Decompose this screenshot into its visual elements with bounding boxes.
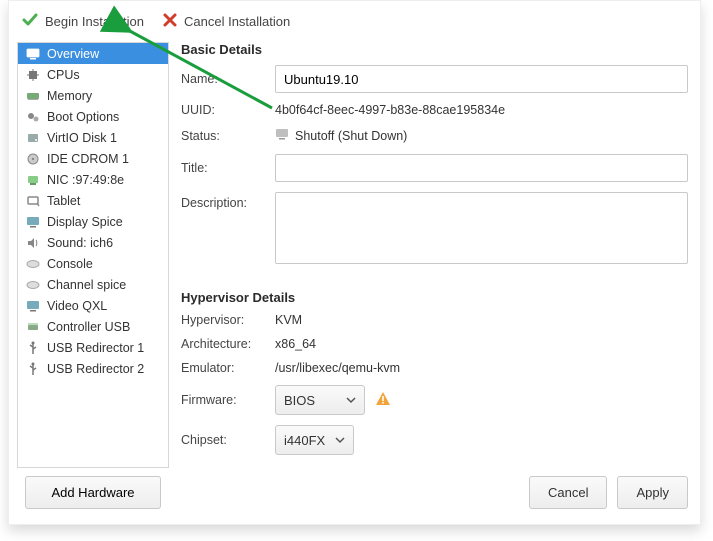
title-label: Title: bbox=[181, 161, 265, 175]
sidebar-item-channel-spice[interactable]: Channel spice bbox=[18, 274, 168, 295]
check-icon bbox=[21, 11, 39, 32]
sidebar-item-nic[interactable]: NIC :97:49:8e bbox=[18, 169, 168, 190]
uuid-label: UUID: bbox=[181, 103, 265, 117]
architecture-label: Architecture: bbox=[181, 337, 265, 351]
caret-down-icon bbox=[335, 433, 345, 448]
title-input[interactable] bbox=[275, 154, 688, 182]
emulator-label: Emulator: bbox=[181, 361, 265, 375]
chipset-combo[interactable]: i440FX bbox=[275, 425, 354, 455]
toolbar: Begin Installation Cancel Installation bbox=[9, 1, 700, 42]
uuid-value: 4b0f64cf-8eec-4997-b83e-88cae195834e bbox=[275, 103, 688, 117]
shutoff-icon bbox=[275, 127, 289, 144]
sidebar-item-usb-redir-2[interactable]: USB Redirector 2 bbox=[18, 358, 168, 379]
sidebar-item-label: VirtIO Disk 1 bbox=[47, 131, 117, 145]
sidebar-item-label: Overview bbox=[47, 47, 99, 61]
sidebar-item-video-qxl[interactable]: Video QXL bbox=[18, 295, 168, 316]
sidebar-item-label: USB Redirector 2 bbox=[47, 362, 144, 376]
sidebar-item-label: Tablet bbox=[47, 194, 80, 208]
sidebar-item-tablet[interactable]: Tablet bbox=[18, 190, 168, 211]
cancel-button[interactable]: Cancel bbox=[529, 476, 607, 509]
sidebar-item-label: CPUs bbox=[47, 68, 80, 82]
status-label: Status: bbox=[181, 129, 265, 143]
status-value: Shutoff (Shut Down) bbox=[295, 129, 407, 143]
cdrom-icon bbox=[25, 151, 41, 167]
sidebar-item-label: Display Spice bbox=[47, 215, 123, 229]
usb-icon bbox=[25, 361, 41, 377]
sidebar-item-cpus[interactable]: CPUs bbox=[18, 64, 168, 85]
sidebar-item-memory[interactable]: Memory bbox=[18, 85, 168, 106]
sidebar-item-label: Boot Options bbox=[47, 110, 119, 124]
architecture-value: x86_64 bbox=[275, 337, 688, 351]
gears-icon bbox=[25, 109, 41, 125]
sidebar-item-boot-options[interactable]: Boot Options bbox=[18, 106, 168, 127]
firmware-label: Firmware: bbox=[181, 393, 265, 407]
sidebar-item-label: Controller USB bbox=[47, 320, 130, 334]
chipset-combo-value: i440FX bbox=[284, 433, 325, 448]
sidebar-item-console[interactable]: Console bbox=[18, 253, 168, 274]
caret-down-icon bbox=[346, 393, 356, 408]
sidebar-item-usb-redir-1[interactable]: USB Redirector 1 bbox=[18, 337, 168, 358]
cpu-icon bbox=[25, 67, 41, 83]
console-icon bbox=[25, 256, 41, 272]
sidebar-item-label: IDE CDROM 1 bbox=[47, 152, 129, 166]
begin-installation-button[interactable]: Begin Installation bbox=[21, 11, 144, 32]
cancel-x-icon bbox=[162, 12, 178, 31]
firmware-combo[interactable]: BIOS bbox=[275, 385, 365, 415]
speaker-icon bbox=[25, 235, 41, 251]
sidebar-item-overview[interactable]: Overview bbox=[18, 43, 168, 64]
firmware-combo-value: BIOS bbox=[284, 393, 315, 408]
channel-icon bbox=[25, 277, 41, 293]
hypervisor-value: KVM bbox=[275, 313, 688, 327]
usb-icon bbox=[25, 340, 41, 356]
sidebar-item-display-spice[interactable]: Display Spice bbox=[18, 211, 168, 232]
sidebar-item-label: Memory bbox=[47, 89, 92, 103]
tablet-icon bbox=[25, 193, 41, 209]
sidebar-item-virtio-disk[interactable]: VirtIO Disk 1 bbox=[18, 127, 168, 148]
sidebar-item-sound[interactable]: Sound: ich6 bbox=[18, 232, 168, 253]
monitor-icon bbox=[25, 46, 41, 62]
nic-icon bbox=[25, 172, 41, 188]
warning-icon bbox=[375, 391, 391, 410]
apply-button[interactable]: Apply bbox=[617, 476, 688, 509]
details-pane: Basic Details Name: UUID: 4b0f64cf-8eec-… bbox=[181, 42, 688, 509]
hypervisor-details-heading: Hypervisor Details bbox=[181, 290, 688, 305]
hardware-sidebar: Overview CPUs Memory Boot Options bbox=[17, 42, 169, 468]
sidebar-item-label: USB Redirector 1 bbox=[47, 341, 144, 355]
begin-installation-label: Begin Installation bbox=[45, 14, 144, 29]
disk-icon bbox=[25, 130, 41, 146]
hypervisor-label: Hypervisor: bbox=[181, 313, 265, 327]
sidebar-item-controller-usb[interactable]: Controller USB bbox=[18, 316, 168, 337]
name-input[interactable] bbox=[275, 65, 688, 93]
sidebar-item-label: Video QXL bbox=[47, 299, 107, 313]
name-label: Name: bbox=[181, 72, 265, 86]
emulator-value: /usr/libexec/qemu-kvm bbox=[275, 361, 688, 375]
video-icon bbox=[25, 298, 41, 314]
sidebar-item-label: Sound: ich6 bbox=[47, 236, 113, 250]
add-hardware-button[interactable]: Add Hardware bbox=[25, 476, 161, 509]
chipset-label: Chipset: bbox=[181, 433, 265, 447]
cancel-installation-button[interactable]: Cancel Installation bbox=[162, 12, 290, 31]
basic-details-heading: Basic Details bbox=[181, 42, 688, 57]
cancel-installation-label: Cancel Installation bbox=[184, 14, 290, 29]
sidebar-item-label: Console bbox=[47, 257, 93, 271]
sidebar-item-label: NIC :97:49:8e bbox=[47, 173, 124, 187]
sidebar-item-ide-cdrom[interactable]: IDE CDROM 1 bbox=[18, 148, 168, 169]
description-input[interactable] bbox=[275, 192, 688, 264]
description-label: Description: bbox=[181, 192, 265, 210]
display-icon bbox=[25, 214, 41, 230]
controller-icon bbox=[25, 319, 41, 335]
sidebar-item-label: Channel spice bbox=[47, 278, 126, 292]
memory-icon bbox=[25, 88, 41, 104]
